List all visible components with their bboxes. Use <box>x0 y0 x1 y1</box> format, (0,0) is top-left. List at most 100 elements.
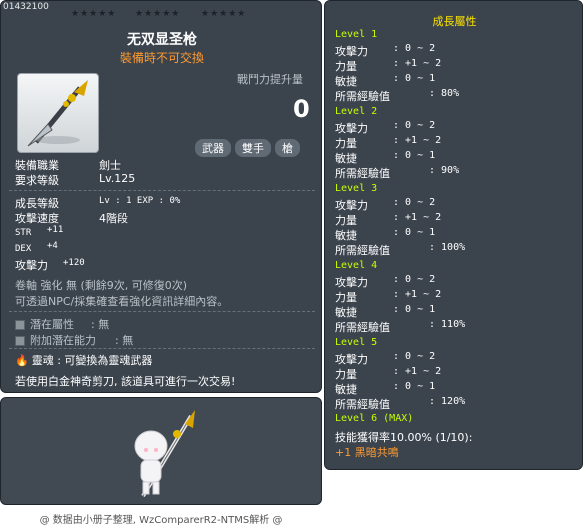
growth-level-5-str: 力量 : +1 ~ 2 <box>335 366 441 382</box>
growth-level-3-exp-label: 所需經驗值 <box>335 244 390 257</box>
required-level-value: Lv.125 <box>99 172 136 185</box>
power-increase-label: 戰鬥力提升量 <box>237 73 303 86</box>
growth-level-2-heading: Level 2 <box>335 106 378 117</box>
growth-level-1-attack: 攻擊力 : 0 ~ 2 <box>335 43 435 59</box>
bonus-potential-checkbox-icon <box>15 336 25 346</box>
attack-speed-row: 攻擊速度 4階段 <box>15 210 128 226</box>
growth-level-5-heading: Level 5 <box>335 337 378 348</box>
enhance-info-text: 可透過NPC/採集確查看強化資訊詳細內容。 <box>15 295 229 308</box>
growth-level-4-str-value: : +1 ~ 2 <box>393 289 442 300</box>
attack-label: 攻擊力 <box>15 259 48 272</box>
flame-icon: 🔥 <box>15 354 29 367</box>
growth-level-4-attack-value: : 0 ~ 2 <box>393 274 436 285</box>
dex-value: +4 <box>47 241 58 251</box>
required-level-row: 要求等級 Lv.125 <box>15 172 135 188</box>
growth-title: 成長屬性 <box>432 15 477 28</box>
growth-level-4-attack: 攻擊力: 0 ~ 2 <box>335 274 435 290</box>
tag-two-handed: 雙手 <box>235 139 271 157</box>
growth-level-2-dex-label: 敏捷 <box>335 152 357 165</box>
scissors-note: 若使用白金神奇剪刀, 該道具可進行一次交易! <box>15 375 236 388</box>
growth-level-3-str-value: : +1 ~ 2 <box>393 212 442 223</box>
growth-level-4-dex: 敏捷: 0 ~ 1 <box>335 304 435 320</box>
growth-level-1-attack-value: : 0 ~ 2 <box>393 43 436 54</box>
growth-level-4-heading: Level 4 <box>335 260 378 271</box>
growth-level-1-exp-label: 所需經驗值 <box>335 90 390 103</box>
star-rating-group-1: ★★★★★ <box>71 9 117 19</box>
attack-speed-value: 4階段 <box>99 212 128 225</box>
bonus-potential-value: : 無 <box>115 334 134 347</box>
growth-level-2-str: 力量 : +1 ~ 2 <box>335 135 441 151</box>
skill-rate-text: 技能獲得率10.00% (1/10): <box>335 431 473 444</box>
growth-level-6-heading: Level 6 (MAX) <box>335 413 414 424</box>
attack-speed-label: 攻擊速度 <box>15 212 59 225</box>
required-level-label: 要求等級 <box>15 174 59 187</box>
item-tags: 武器 雙手 槍 <box>195 139 300 157</box>
character-avatar <box>134 410 195 498</box>
growth-level-3-attack-value: : 0 ~ 2 <box>393 197 436 208</box>
bonus-potential-row: 附加潛在能力 : 無 <box>15 332 133 348</box>
growth-level-4-dex-value: : 0 ~ 1 <box>393 304 436 315</box>
attack-row: 攻擊力 +120 <box>15 257 85 273</box>
growth-level-label: 成長等級 <box>15 197 59 210</box>
str-label: STR <box>15 228 32 238</box>
item-tooltip-panel: 01432100 ★★★★★ ★★★★★ ★★★★★ 无双显圣枪 裝備時不可交換… <box>0 0 322 393</box>
growth-level-row: 成長等級 Lv : 1 EXP : 0% <box>15 195 180 211</box>
tag-spear: 槍 <box>275 139 300 157</box>
growth-level-1-str-value: : +1 ~ 2 <box>393 58 442 69</box>
growth-level-1-exp: 所需經驗值 : 80% <box>335 88 459 104</box>
growth-level-2-str-label: 力量 <box>335 137 357 150</box>
tag-weapon: 武器 <box>195 139 231 157</box>
growth-level-3-attack: 攻擊力 : 0 ~ 2 <box>335 197 435 213</box>
growth-level-1-attack-label: 攻擊力 <box>335 45 368 58</box>
character-preview-panel <box>0 397 322 505</box>
growth-level-5-str-label: 力量 <box>335 368 357 381</box>
potential-row: 潛在屬性 : 無 <box>15 316 109 332</box>
spear-icon <box>27 80 88 147</box>
growth-level-3-str-label: 力量 <box>335 214 357 227</box>
attack-value: +120 <box>63 258 85 268</box>
potential-checkbox-icon <box>15 320 25 330</box>
growth-level-5-str-value: : +1 ~ 2 <box>393 366 442 377</box>
growth-level-1-heading: Level 1 <box>335 29 378 40</box>
growth-level-3-attack-label: 攻擊力 <box>335 199 368 212</box>
growth-level-4-exp: 所需經驗值: 110% <box>335 319 465 335</box>
growth-level-2-str-value: : +1 ~ 2 <box>393 135 442 146</box>
bonus-potential-label: 附加潛在能力 <box>30 334 96 347</box>
str-value: +11 <box>47 225 64 235</box>
star-rating-group-2: ★★★★★ <box>135 9 181 19</box>
growth-level-5-dex: 敏捷: 0 ~ 1 <box>335 381 435 397</box>
growth-level-1-dex-value: : 0 ~ 1 <box>393 73 436 84</box>
divider-1 <box>9 190 315 191</box>
item-icon-frame <box>17 73 99 153</box>
growth-level-2-exp-label: 所需經驗值 <box>335 167 390 180</box>
growth-level-1-exp-value: : 80% <box>429 88 460 99</box>
growth-level-1-dex-label: 敏捷 <box>335 75 357 88</box>
trade-restriction-note: 裝備時不可交換 <box>119 51 204 65</box>
growth-level-4-exp-value: : 110% <box>429 319 466 330</box>
growth-level-3-str: 力量 : +1 ~ 2 <box>335 212 441 228</box>
soul-value: : 可變換為靈魂武器 <box>57 354 153 367</box>
star-rating-group-3: ★★★★★ <box>201 9 247 19</box>
growth-level-2-attack-label: 攻擊力 <box>335 122 368 135</box>
growth-level-5-exp-label: 所需經驗值 <box>335 398 390 411</box>
growth-level-2-exp-value: : 90% <box>429 165 460 176</box>
growth-level-3-heading: Level 3 <box>335 183 378 194</box>
growth-level-5-exp-value: : 120% <box>429 396 466 407</box>
soul-row: 🔥 靈魂 : 可變換為靈魂武器 <box>15 352 152 368</box>
growth-level-3-dex-value: : 0 ~ 1 <box>393 227 436 238</box>
growth-level-5-exp: 所需經驗值 : 120% <box>335 396 465 412</box>
growth-level-5-dex-value: : 0 ~ 1 <box>393 381 436 392</box>
job-label: 裝備職業 <box>15 159 59 172</box>
potential-label: 潛在屬性 <box>30 318 74 331</box>
growth-level-3-exp: 所需經驗值 : 100% <box>335 242 465 258</box>
growth-level-2-attack: 攻擊力: 0 ~ 2 <box>335 120 435 136</box>
str-row: STR +11 <box>15 225 63 238</box>
dex-label: DEX <box>15 244 32 254</box>
growth-level-value: Lv : 1 EXP : 0% <box>99 196 181 206</box>
growth-stats-panel: 成長屬性 Level 1 攻擊力: 0 ~ 2 力量: +1 ~ 2 敏捷: 0 ~ … <box>324 0 583 470</box>
growth-level-1-str-label: 力量 <box>335 60 357 73</box>
divider-2 <box>9 311 315 312</box>
growth-level-3-exp-value: : 100% <box>429 242 466 253</box>
growth-level-4-str-label: 力量 <box>335 291 357 304</box>
growth-level-1-str: 力量 : +1 ~ 2 <box>335 58 441 74</box>
